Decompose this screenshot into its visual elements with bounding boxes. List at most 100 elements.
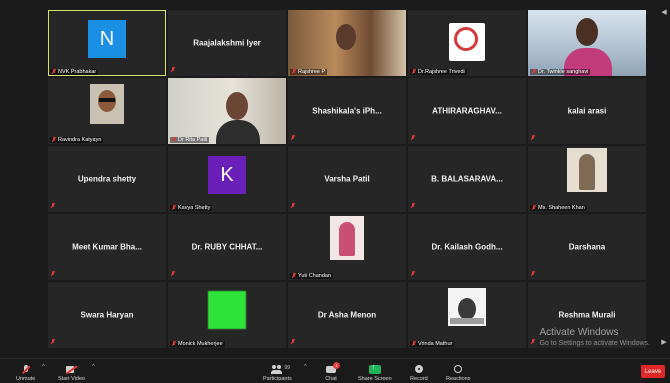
participant-tile[interactable]: Darshana <box>528 214 646 280</box>
participant-tile[interactable]: Ms. Shaheen Khan <box>528 146 646 212</box>
participant-name: Dr. Kailash Godh... <box>431 242 503 252</box>
participant-tile[interactable]: Ravindra Katyayn <box>48 78 166 144</box>
participant-name: Reshma Murali <box>558 310 616 320</box>
chat-button[interactable]: 1 Chat <box>325 362 340 382</box>
participants-options-caret[interactable]: ^ <box>304 364 307 370</box>
muted-mic-icon <box>292 69 296 75</box>
participant-video <box>528 10 646 76</box>
participant-video <box>208 291 246 329</box>
participant-name: Shashikala's iPh... <box>312 106 382 116</box>
muted-mic-icon <box>531 339 535 345</box>
participant-tile[interactable]: Rajshree P <box>288 10 406 76</box>
participant-name: Ravindra Katyayn <box>58 137 102 143</box>
participant-tile[interactable]: Dr. RUBY CHHAT... <box>168 214 286 280</box>
reactions-button[interactable]: Reactions <box>446 365 470 382</box>
participant-tile[interactable]: Dr. Kailash Godh... <box>408 214 526 280</box>
unmute-label: Unmute <box>16 376 36 382</box>
chat-icon: 1 <box>325 362 340 374</box>
muted-mic-icon <box>51 271 55 277</box>
participant-label: Ms. Shaheen Khan <box>530 205 587 211</box>
participant-video <box>288 10 406 76</box>
video-off-icon <box>65 365 78 374</box>
participant-name: Upendra shetty <box>77 174 137 184</box>
participant-label: NVK Prabhakar <box>50 69 99 75</box>
muted-mic-icon <box>52 69 56 75</box>
page-up-arrow[interactable]: ◀ <box>660 8 668 16</box>
participant-tile[interactable]: K Kavya Shetty <box>168 146 286 212</box>
participant-name: Kavya Shetty <box>178 205 211 211</box>
avatar: K <box>208 156 246 195</box>
muted-mic-icon <box>291 203 295 209</box>
record-button[interactable]: Record <box>410 365 428 382</box>
mic-muted-icon <box>20 365 32 374</box>
participant-name: Vrinda Mathur <box>418 341 453 347</box>
participant-name: Dr. RUBY CHHAT... <box>191 242 263 252</box>
participant-tile[interactable]: Meet Kumar Bha... <box>48 214 166 280</box>
muted-mic-icon <box>171 271 175 277</box>
participant-name: Yuti Chandan <box>298 273 332 279</box>
participant-label: Dr Rita Patil <box>170 137 210 143</box>
participant-tile[interactable]: Monick Mukherjee <box>168 282 286 348</box>
meeting-toolbar: Unmute ^ Start Video ^ 99 Participants ^… <box>0 358 670 383</box>
participant-tile[interactable]: N NVK Prabhakar <box>48 10 166 76</box>
leave-button[interactable]: Leave <box>641 365 665 378</box>
share-screen-button[interactable]: Share Screen <box>358 364 392 382</box>
participants-icon: 99 <box>271 365 290 374</box>
participant-tile[interactable]: Upendra shetty <box>48 146 166 212</box>
participant-name: Varsha Patil <box>324 174 370 184</box>
participant-tile[interactable]: Dr Asha Menon <box>288 282 406 348</box>
share-screen-label: Share Screen <box>358 376 392 382</box>
participant-tile[interactable]: Raajalakshmi Iyer <box>168 10 286 76</box>
muted-mic-icon <box>51 203 55 209</box>
participants-label: Participants <box>263 376 292 382</box>
muted-mic-icon <box>412 69 416 75</box>
participant-tile[interactable]: B. BALASARAVA... <box>408 146 526 212</box>
muted-mic-icon <box>531 271 535 277</box>
participant-tile[interactable]: Dr Rita Patil <box>168 78 286 144</box>
muted-mic-icon <box>172 341 176 347</box>
participant-tile[interactable]: Dr.Rajshree Trivedi <box>408 10 526 76</box>
participant-video <box>449 23 485 61</box>
muted-mic-icon <box>411 135 415 141</box>
share-screen-icon <box>368 364 381 374</box>
participant-name: Swara Haryan <box>80 310 134 320</box>
participant-name: Dr Rita Patil <box>178 137 208 143</box>
audio-options-caret[interactable]: ^ <box>42 364 45 370</box>
muted-mic-icon <box>52 137 56 143</box>
participant-name: Monick Mukherjee <box>178 341 223 347</box>
participant-tile[interactable]: Shashikala's iPh... <box>288 78 406 144</box>
muted-mic-icon <box>411 203 415 209</box>
participant-tile[interactable]: Vrinda Mathur <box>408 282 526 348</box>
activate-windows-watermark: Activate Windows Go to Settings to activ… <box>540 327 651 347</box>
muted-mic-icon <box>531 135 535 141</box>
participant-tile[interactable]: Yuti Chandan <box>288 214 406 280</box>
participant-label: Rajshree P <box>290 69 328 75</box>
participant-tile[interactable]: ATHIRARAGHAV... <box>408 78 526 144</box>
participant-name: Raajalakshmi Iyer <box>193 38 261 48</box>
participant-label: Vrinda Mathur <box>410 341 455 347</box>
muted-mic-icon <box>411 271 415 277</box>
participant-name: NVK Prabhakar <box>58 69 97 75</box>
participant-name: Dr Asha Menon <box>317 310 377 320</box>
muted-mic-icon <box>292 273 296 279</box>
participant-tile[interactable]: Varsha Patil <box>288 146 406 212</box>
reactions-label: Reactions <box>446 376 471 382</box>
participant-video <box>168 78 286 144</box>
participants-count: 99 <box>284 365 290 371</box>
page-down-arrow[interactable]: ▶ <box>660 338 668 346</box>
participant-tile[interactable]: Dr. Twinkle sanghavi <box>528 10 646 76</box>
muted-mic-icon <box>291 135 295 141</box>
participant-label: Dr. Twinkle sanghavi <box>530 69 591 75</box>
participant-tile[interactable]: Swara Haryan <box>48 282 166 348</box>
chat-badge: 1 <box>333 362 340 369</box>
participant-name: Meet Kumar Bha... <box>72 242 142 252</box>
participant-tile[interactable]: kalai arasi <box>528 78 646 144</box>
participant-video <box>567 148 607 192</box>
muted-mic-icon <box>51 339 55 345</box>
start-video-button[interactable]: Start Video <box>58 365 85 382</box>
video-options-caret[interactable]: ^ <box>92 364 95 370</box>
participant-name: Dr.Rajshree Trivedi <box>418 69 465 75</box>
muted-mic-icon <box>532 205 536 211</box>
unmute-button[interactable]: Unmute <box>16 365 35 382</box>
participants-button[interactable]: 99 Participants <box>263 365 292 382</box>
